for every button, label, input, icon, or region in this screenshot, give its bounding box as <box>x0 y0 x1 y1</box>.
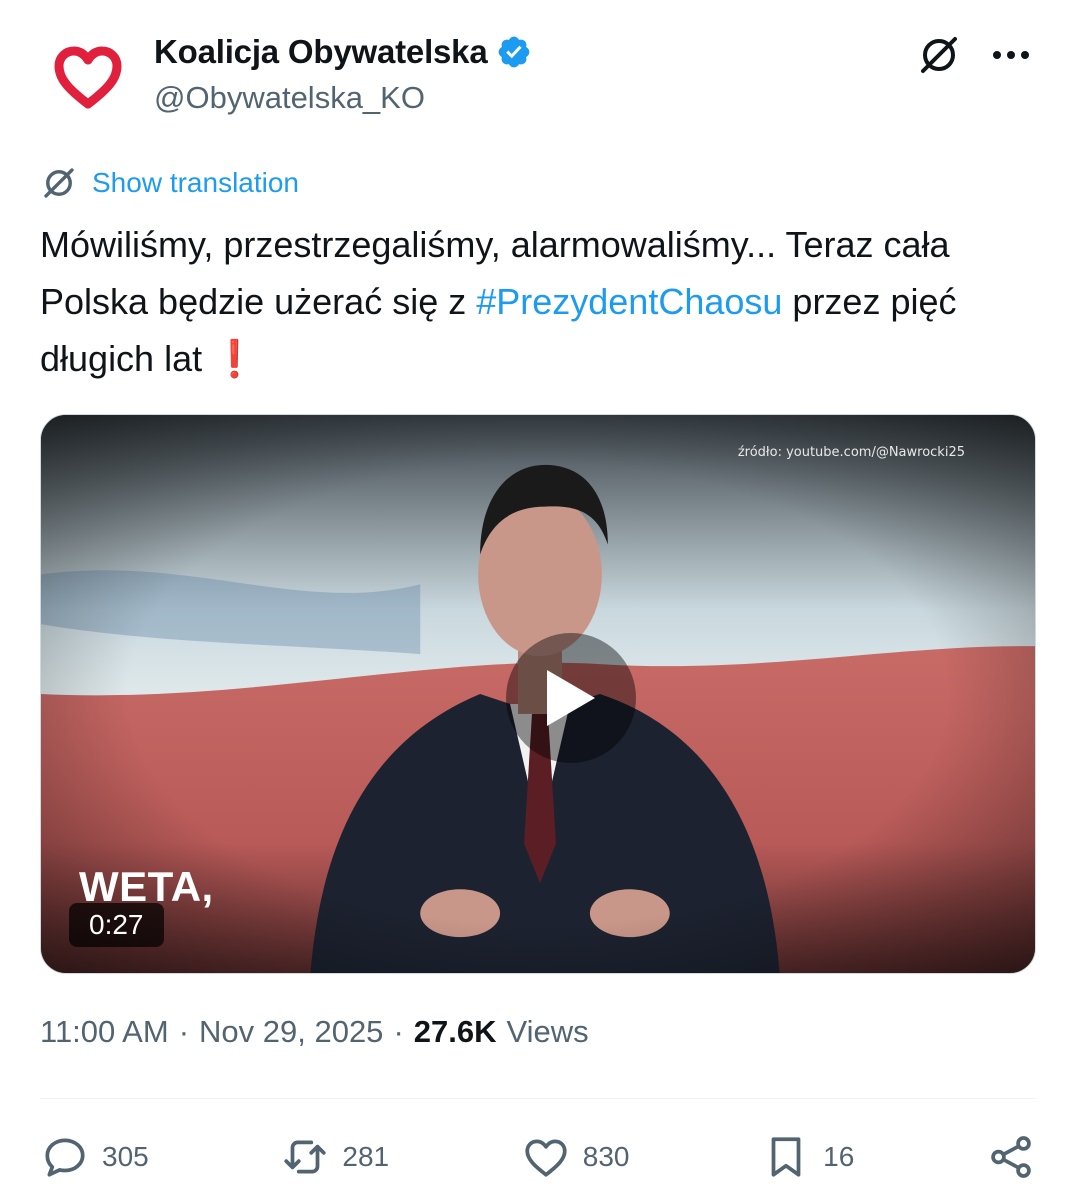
repost-button[interactable]: 281 <box>280 1132 389 1182</box>
author-block[interactable]: Koalicja Obywatelska @Obywatelska_KO <box>154 30 532 116</box>
video-player[interactable]: źródło: youtube.com/@Nawrocki25 WETA, 0:… <box>40 414 1036 974</box>
translate-icon <box>44 168 74 198</box>
tweet-meta: 11:00 AM · Nov 29, 2025 · 27.6K Views <box>40 1014 589 1050</box>
top-actions <box>914 30 1036 80</box>
repost-icon <box>284 1140 327 1174</box>
action-bar: 305 281 830 16 <box>40 1124 1036 1190</box>
bookmark-count: 16 <box>823 1141 855 1172</box>
reply-button[interactable]: 305 <box>40 1132 149 1182</box>
author-handle[interactable]: @Obywatelska_KO <box>154 80 532 116</box>
reply-count: 305 <box>102 1141 149 1172</box>
more-button[interactable] <box>986 30 1036 80</box>
grok-button[interactable] <box>914 30 964 80</box>
more-icon <box>993 51 1029 59</box>
play-icon <box>547 670 595 726</box>
avatar[interactable] <box>40 30 136 126</box>
tweet-text: Mówiliśmy, przestrzegaliśmy, alarmowaliś… <box>40 216 1036 387</box>
views-label: Views <box>506 1014 589 1049</box>
grok-icon <box>921 37 957 73</box>
reply-icon <box>45 1138 85 1177</box>
show-translation-label[interactable]: Show translation <box>92 167 299 199</box>
tweet-date[interactable]: Nov 29, 2025 <box>199 1014 383 1050</box>
share-icon <box>991 1136 1031 1178</box>
like-count: 830 <box>582 1141 630 1172</box>
bookmark-icon <box>771 1137 801 1177</box>
hashtag-link[interactable]: #PrezydentChaosu <box>476 281 782 322</box>
like-button[interactable]: 830 <box>521 1132 630 1182</box>
meta-separator: · <box>393 1014 404 1049</box>
bookmark-button[interactable]: 16 <box>761 1132 854 1182</box>
author-name[interactable]: Koalicja Obywatelska <box>154 33 488 71</box>
play-button[interactable] <box>506 633 636 763</box>
video-duration-badge: 0:27 <box>69 903 164 947</box>
verified-badge-icon <box>498 36 529 68</box>
repost-count: 281 <box>342 1141 390 1172</box>
meta-separator: · <box>178 1014 190 1049</box>
tweet: Koalicja Obywatelska @Obywatelska_KO Sho… <box>0 0 1076 1200</box>
heart-icon <box>54 46 122 109</box>
views-count: 27.6K <box>413 1014 497 1049</box>
share-button[interactable] <box>986 1132 1036 1182</box>
video-source-label: źródło: youtube.com/@Nawrocki25 <box>737 445 965 460</box>
divider <box>40 1098 1036 1099</box>
tweet-time[interactable]: 11:00 AM <box>40 1014 169 1050</box>
exclamation-emoji: ❗ <box>212 338 257 379</box>
like-icon <box>525 1139 567 1177</box>
show-translation-link[interactable]: Show translation <box>40 164 299 202</box>
